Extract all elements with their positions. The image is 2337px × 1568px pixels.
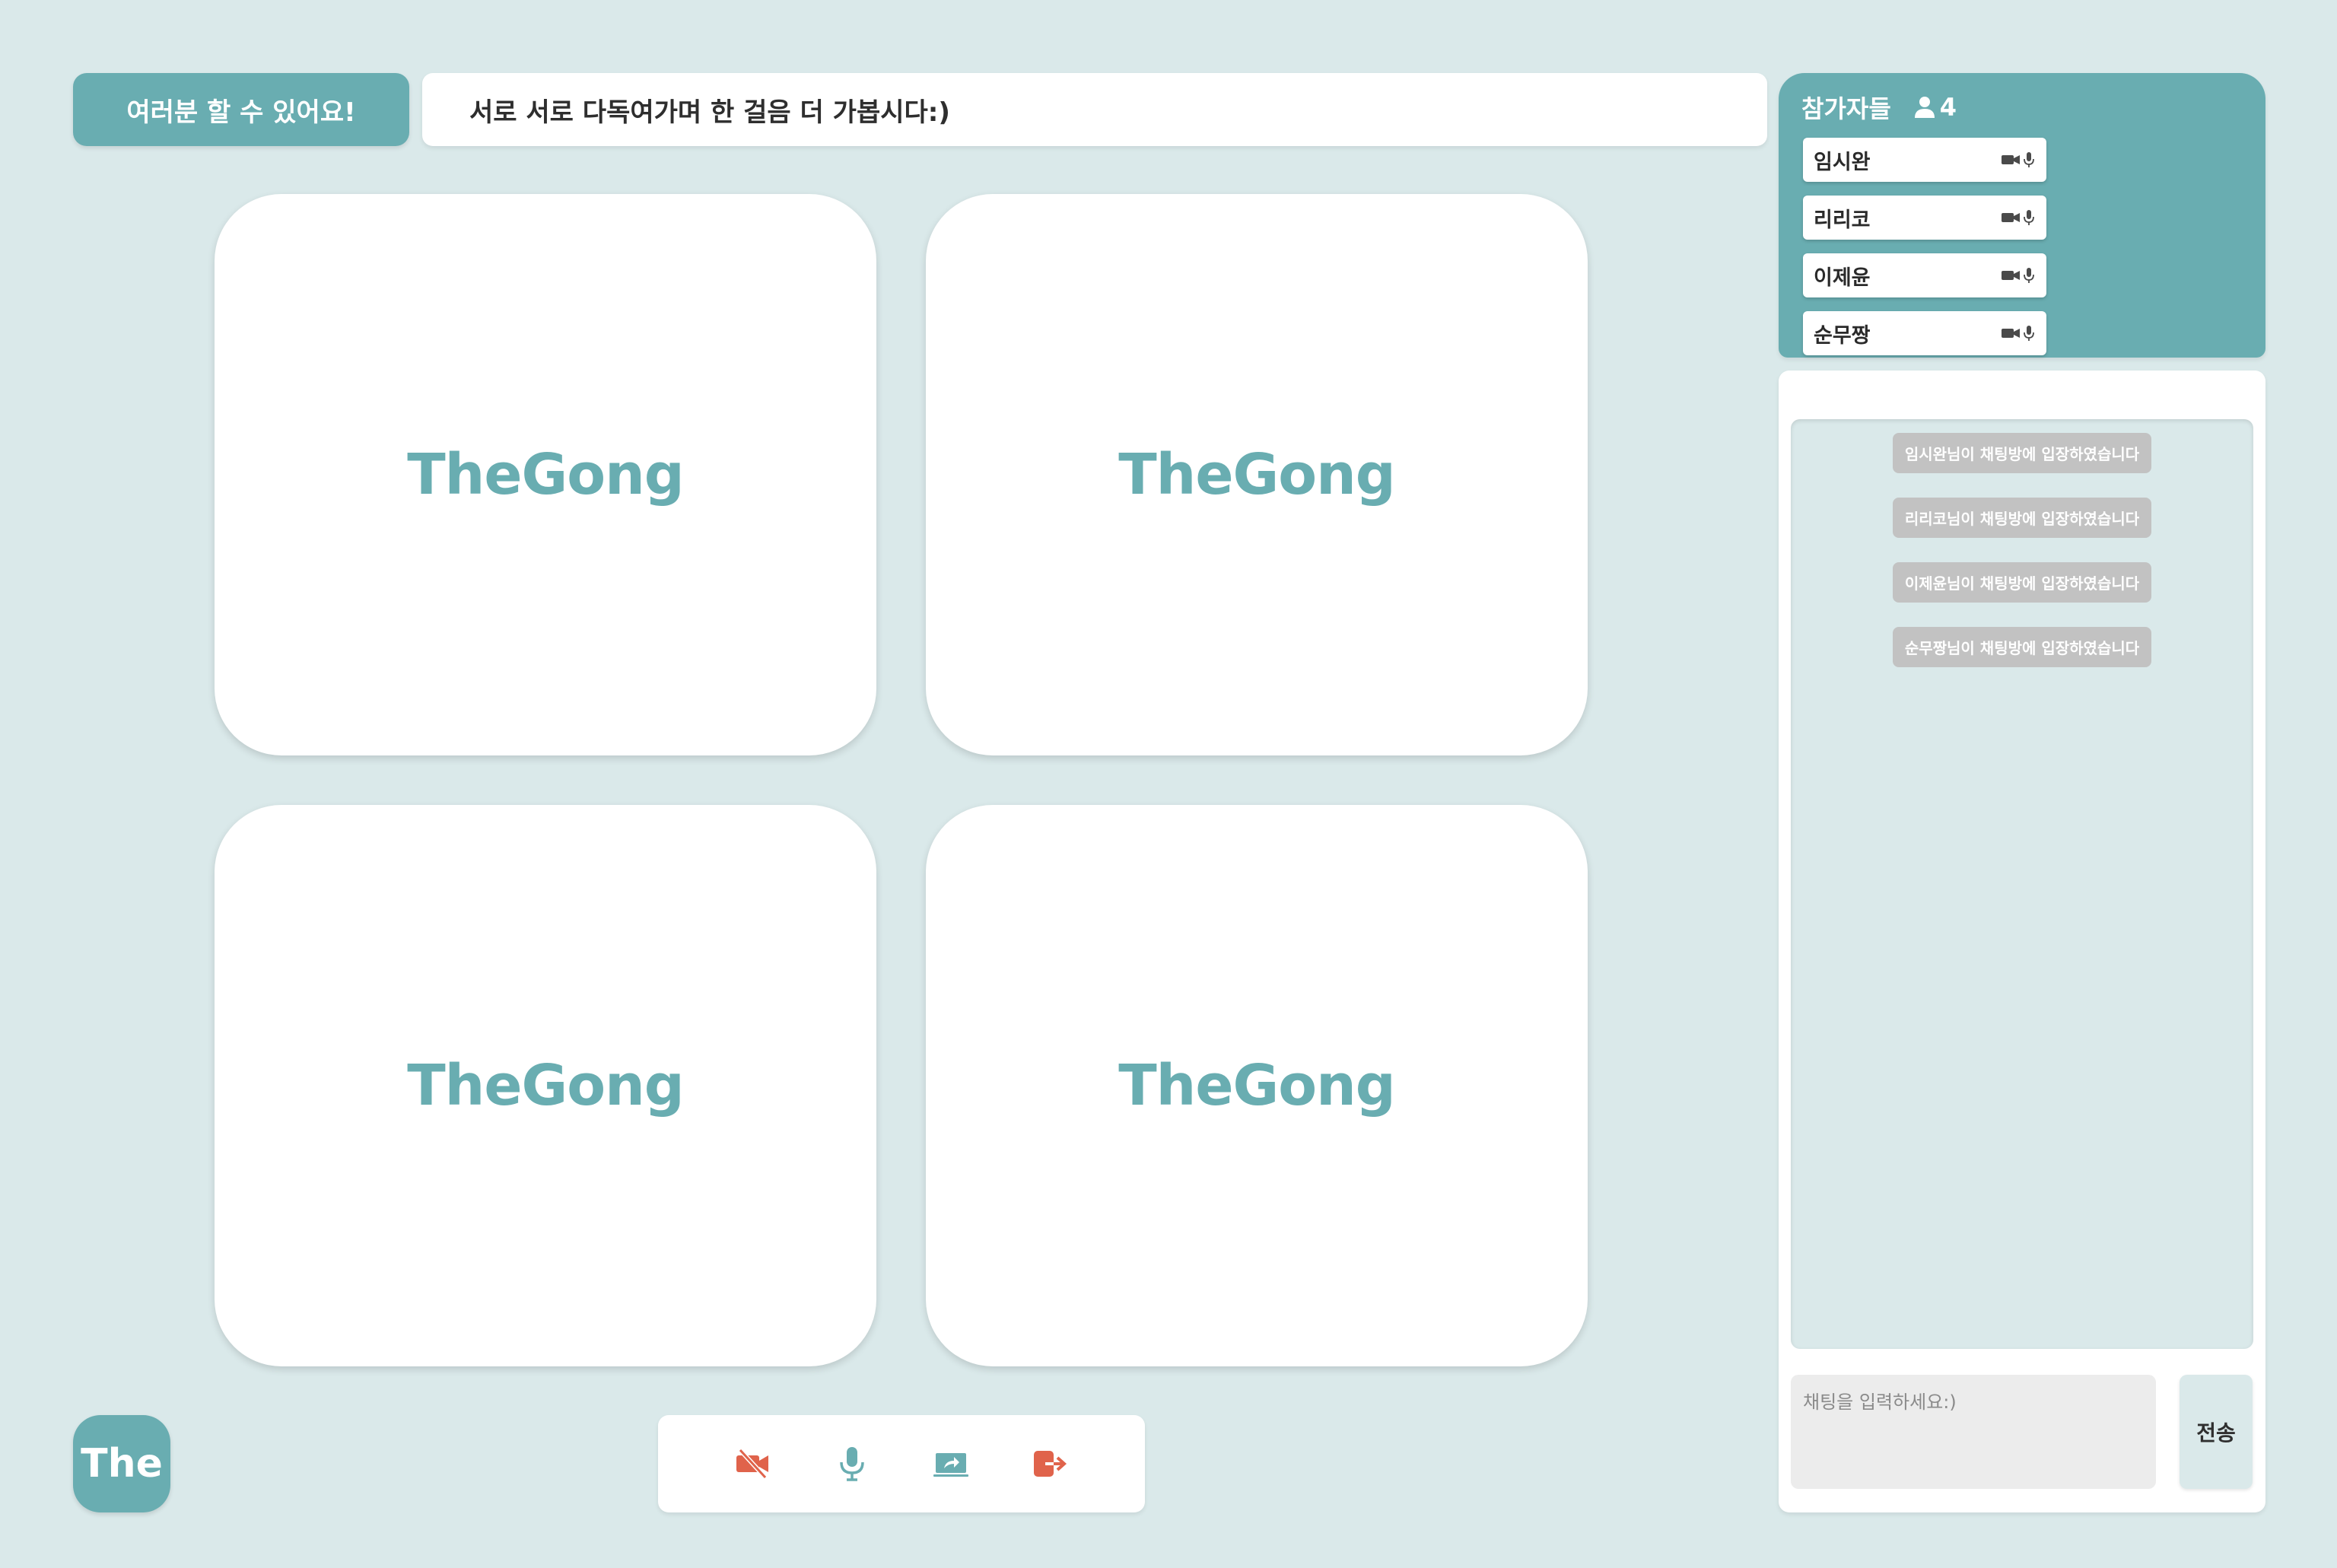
participant-name: 리리코 bbox=[1814, 208, 1871, 232]
chat-panel: 임시완님이 채팅방에 입장하였습니다 리리코님이 채팅방에 입장하였습니다 이제… bbox=[1779, 371, 2265, 1512]
video-room-page: 여러분 할 수 있어요! 서로 서로 다독여가며 한 걸음 더 가봅시다:) T… bbox=[0, 0, 2337, 1568]
tile-logo: TheGong bbox=[407, 442, 685, 507]
participant-item[interactable]: 이제윤 bbox=[1803, 253, 2046, 297]
brand-logo[interactable]: The bbox=[73, 1415, 170, 1512]
system-message: 이제윤님이 채팅방에 입장하였습니다 bbox=[1893, 562, 2151, 603]
participants-title: 참가자들 bbox=[1801, 94, 1891, 123]
mic-icon bbox=[2024, 210, 2034, 225]
camera-icon bbox=[2002, 271, 2020, 280]
video-tile[interactable]: TheGong bbox=[926, 194, 1588, 755]
participant-item[interactable]: 임시완 bbox=[1803, 138, 2046, 182]
toggle-video-button[interactable] bbox=[733, 1444, 773, 1484]
participant-item[interactable]: 리리코 bbox=[1803, 196, 2046, 240]
system-message: 임시완님이 채팅방에 입장하였습니다 bbox=[1893, 433, 2151, 473]
participant-media-status bbox=[2001, 209, 2034, 226]
participant-list: 임시완 리리코 이제윤 순무짱 bbox=[1803, 138, 2046, 369]
microphone-icon bbox=[840, 1447, 864, 1481]
participant-name: 이제윤 bbox=[1814, 266, 1871, 290]
exit-icon bbox=[1034, 1451, 1067, 1477]
video-tile[interactable]: TheGong bbox=[215, 194, 876, 755]
room-description: 서로 서로 다독여가며 한 걸음 더 가봅시다:) bbox=[422, 73, 1767, 146]
mic-icon bbox=[2024, 326, 2034, 341]
chat-log[interactable]: 임시완님이 채팅방에 입장하였습니다 리리코님이 채팅방에 입장하였습니다 이제… bbox=[1791, 419, 2253, 1349]
participant-media-status bbox=[2001, 267, 2034, 284]
participants-panel: 참가자들 4 임시완 리리코 이제윤 순무짱 bbox=[1779, 73, 2265, 358]
system-message: 순무짱님이 채팅방에 입장하였습니다 bbox=[1893, 627, 2151, 667]
media-control-bar bbox=[658, 1415, 1145, 1512]
participants-header: 참가자들 4 bbox=[1801, 88, 1957, 126]
tile-logo: TheGong bbox=[1118, 1053, 1396, 1118]
toggle-mic-button[interactable] bbox=[832, 1444, 872, 1484]
participant-name: 순무짱 bbox=[1814, 323, 1871, 348]
leave-room-button[interactable] bbox=[1030, 1444, 1070, 1484]
send-button[interactable]: 전송 bbox=[2180, 1375, 2253, 1489]
participant-item[interactable]: 순무짱 bbox=[1803, 311, 2046, 355]
video-tile[interactable]: TheGong bbox=[215, 805, 876, 1366]
camera-icon bbox=[2002, 213, 2020, 222]
room-title: 여러분 할 수 있어요! bbox=[73, 73, 409, 146]
system-message: 리리코님이 채팅방에 입장하였습니다 bbox=[1893, 498, 2151, 538]
tile-logo: TheGong bbox=[407, 1053, 685, 1118]
participant-media-status bbox=[2001, 151, 2034, 168]
video-off-icon bbox=[736, 1448, 768, 1480]
participant-media-status bbox=[2001, 325, 2034, 342]
mic-icon bbox=[2024, 268, 2034, 283]
participant-count: 4 bbox=[1913, 93, 1957, 122]
camera-icon bbox=[2002, 155, 2020, 164]
screen-share-icon bbox=[933, 1453, 968, 1477]
user-icon bbox=[1914, 97, 1935, 118]
tile-logo: TheGong bbox=[1118, 442, 1396, 507]
screen-share-button[interactable] bbox=[931, 1444, 971, 1484]
participant-name: 임시완 bbox=[1814, 150, 1871, 174]
mic-icon bbox=[2024, 152, 2034, 167]
camera-icon bbox=[2002, 329, 2020, 338]
participant-count-value: 4 bbox=[1939, 93, 1957, 122]
chat-input[interactable] bbox=[1791, 1375, 2156, 1489]
video-tile[interactable]: TheGong bbox=[926, 805, 1588, 1366]
